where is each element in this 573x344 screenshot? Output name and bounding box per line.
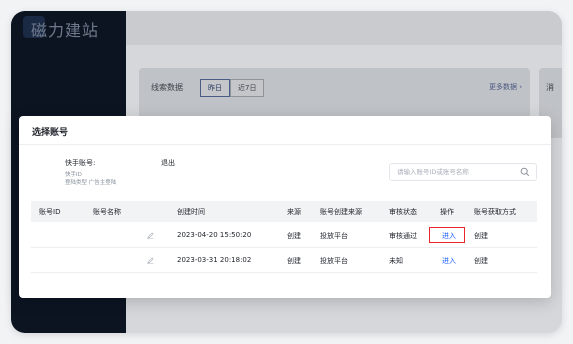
kuaishou-id-label: 快手ID [65, 172, 82, 178]
header-account-name: 账号名称 [93, 208, 121, 216]
select-account-modal: 选择账号 快手账号: 快手ID 登陆类型 广告主登陆 退出 账号ID 账号名称 … [19, 116, 551, 298]
lead-data-title: 线索数据 [151, 83, 183, 92]
tab-yesterday[interactable]: 昨日 [200, 79, 230, 97]
tab-last-7-days[interactable]: 近7日 [230, 79, 265, 97]
table-header: 账号ID 账号名称 创建时间 来源 账号创建来源 审核状态 操作 账号获取方式 [31, 201, 537, 222]
header-source: 来源 [287, 208, 301, 216]
header-create-source: 账号创建来源 [320, 208, 362, 216]
header-action: 操作 [440, 208, 454, 216]
highlight-annotation [429, 227, 465, 243]
brand-logo: 磁力建站 [31, 21, 100, 40]
cell-create-source: 投放平台 [320, 257, 348, 265]
cell-acquire-method: 创建 [474, 257, 488, 265]
header-account-id: 账号ID [39, 208, 61, 216]
cell-create-source: 投放平台 [320, 232, 348, 240]
header-acquire-method: 账号获取方式 [474, 208, 516, 216]
cell-created-time: 2023-04-20 15:50:20 [177, 231, 252, 239]
pencil-icon[interactable] [147, 257, 154, 264]
cell-review-status: 未知 [389, 257, 403, 265]
modal-title: 选择账号 [32, 128, 69, 138]
header-created-time: 创建时间 [177, 208, 205, 216]
table-row: 2023-03-31 20:18:02 创建 投放平台 未知 进入 创建 [31, 248, 537, 273]
cell-acquire-method: 创建 [474, 232, 488, 240]
modal-divider [19, 144, 551, 145]
account-search-box [389, 163, 537, 181]
kuaishou-account-label: 快手账号: [65, 159, 96, 167]
top-header [126, 11, 562, 45]
cell-source: 创建 [287, 257, 301, 265]
cell-review-status: 审核通过 [389, 232, 417, 240]
pencil-icon[interactable] [147, 232, 154, 239]
login-type-label: 登陆类型 广告主登陆 [65, 180, 117, 186]
date-range-tabs: 昨日 近7日 [200, 79, 265, 97]
cell-created-time: 2023-03-31 20:18:02 [177, 256, 252, 264]
header-review-status: 审核状态 [389, 208, 417, 216]
side-card-title: 消 [546, 83, 554, 92]
search-icon[interactable] [520, 167, 530, 177]
enter-account-link[interactable]: 进入 [442, 256, 456, 266]
logout-button[interactable]: 退出 [161, 158, 175, 168]
cell-source: 创建 [287, 232, 301, 240]
more-data-link[interactable]: 更多数据 › [489, 82, 522, 92]
account-search-input[interactable] [397, 165, 512, 179]
